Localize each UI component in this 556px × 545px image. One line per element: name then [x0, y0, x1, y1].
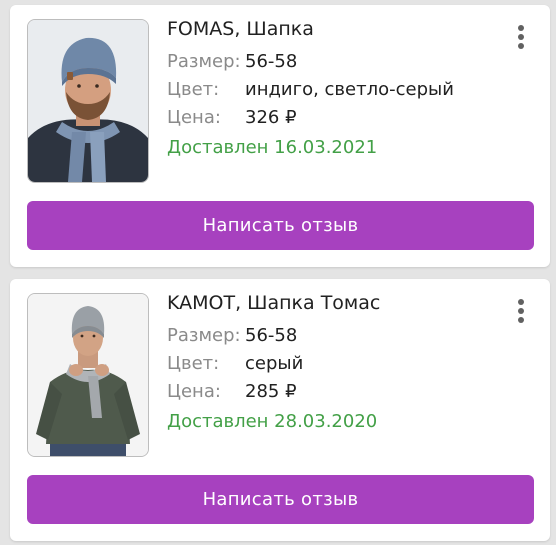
color-value: индиго, светло-серый: [245, 79, 454, 100]
write-review-button[interactable]: Написать отзыв: [27, 475, 534, 524]
product-image[interactable]: [27, 19, 149, 183]
product-title[interactable]: KAMOT, Шапка Томас: [167, 292, 380, 314]
size-label: Размер:: [167, 51, 241, 72]
product-image[interactable]: [27, 293, 149, 457]
price-value: 326 ₽: [245, 107, 297, 128]
color-label: Цвет:: [167, 353, 220, 374]
order-card: KAMOT, Шапка Томас Размер: 56-58 Цвет: с…: [10, 279, 550, 541]
delivery-status: Доставлен 28.03.2020: [167, 411, 378, 432]
order-card: FOMAS, Шапка Размер: 56-58 Цвет: индиго,…: [10, 5, 550, 267]
price-label: Цена:: [167, 381, 221, 402]
color-value: серый: [245, 353, 304, 374]
product-photo-hat-scarf-icon: [28, 20, 148, 182]
product-title[interactable]: FOMAS, Шапка: [167, 18, 314, 40]
write-review-button[interactable]: Написать отзыв: [27, 201, 534, 250]
price-value: 285 ₽: [245, 381, 297, 402]
size-value: 56-58: [245, 51, 298, 72]
price-label: Цена:: [167, 107, 221, 128]
more-menu-icon[interactable]: [514, 299, 528, 325]
delivery-status: Доставлен 16.03.2021: [167, 137, 378, 158]
product-photo-hat-sweater-icon: [28, 294, 148, 456]
size-label: Размер:: [167, 325, 241, 346]
size-value: 56-58: [245, 325, 298, 346]
more-menu-icon[interactable]: [514, 25, 528, 51]
orders-list: FOMAS, Шапка Размер: 56-58 Цвет: индиго,…: [0, 0, 556, 545]
color-label: Цвет:: [167, 79, 220, 100]
